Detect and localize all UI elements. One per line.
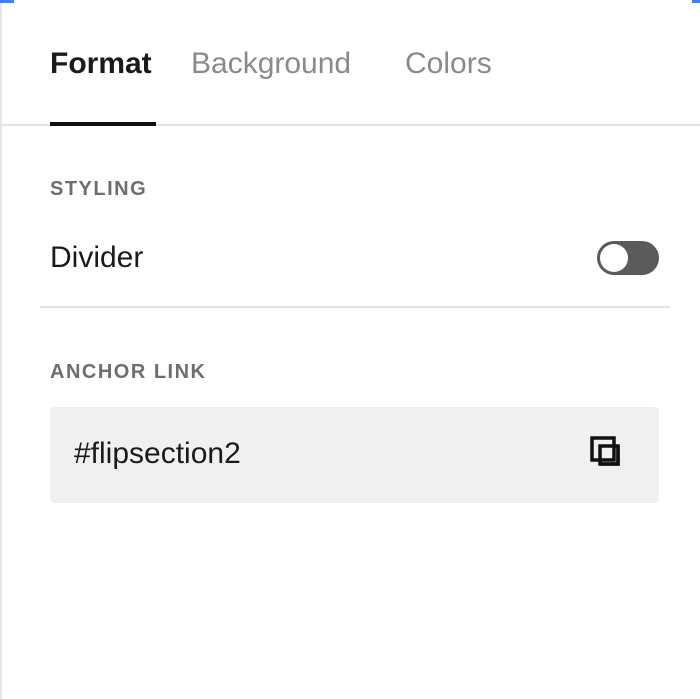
- anchor-link-section-label: ANCHOR LINK: [50, 361, 207, 383]
- tab-background[interactable]: Background: [191, 46, 351, 82]
- anchor-link-value: #flipsection2: [74, 437, 241, 470]
- section-settings-panel: Format Background Colors STYLING Divider…: [0, 0, 700, 699]
- tab-format[interactable]: Format: [50, 46, 152, 82]
- divider-toggle[interactable]: [597, 241, 659, 275]
- tab-colors[interactable]: Colors: [405, 46, 492, 82]
- section-divider-line: [40, 306, 670, 308]
- divider-label: Divider: [50, 241, 144, 274]
- copy-icon[interactable]: [587, 433, 631, 477]
- active-tab-indicator: [50, 122, 156, 126]
- copy-icon-graphic: [590, 436, 620, 466]
- settings-tabs: Format Background Colors: [0, 0, 700, 126]
- anchor-link-field[interactable]: #flipsection2: [50, 407, 659, 503]
- toggle-knob: [600, 244, 628, 272]
- styling-section-label: STYLING: [50, 178, 148, 200]
